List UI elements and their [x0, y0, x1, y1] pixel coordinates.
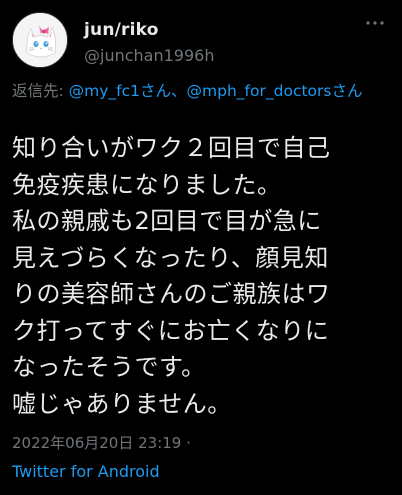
tweet-line: 免疫疾患になりました。: [12, 170, 282, 199]
mention-link-1[interactable]: @my_fc1さん: [69, 82, 171, 100]
tweet-line: ク打ってすぐにお亡くなりに: [12, 316, 330, 345]
cat-avatar-icon: [13, 13, 67, 67]
tweet-line: 私の親戚も2回目で目が急に: [12, 207, 322, 235]
author-display-name[interactable]: jun/riko: [84, 20, 159, 40]
tweet-timestamp[interactable]: 2022年06月20日 23:19 ·: [12, 432, 191, 453]
tweet-source-link[interactable]: Twitter for Android: [12, 462, 160, 481]
tweet-line: りの美容師さんのご親族はワ: [12, 280, 331, 308]
author-handle[interactable]: @junchan1996h: [84, 46, 214, 65]
avatar[interactable]: [12, 12, 68, 68]
mention-link-2[interactable]: @mph_for_doctorsさん: [187, 82, 363, 100]
tweet-text: 知り合いがワク２回目で自己 免疫疾患になりました。 私の親戚も2回目で目が急に …: [12, 130, 394, 422]
tweet-line: 知り合いがワク２回目で自己: [12, 134, 331, 162]
tweet-header: jun/riko @junchan1996h: [12, 12, 390, 68]
tweet-line: なったそうです。: [12, 353, 206, 381]
tweet-line: 見えづらくなったり、顔見知: [12, 243, 329, 272]
tweet-line: 嘘じゃありません。: [12, 389, 232, 418]
reply-to-separator: 、: [171, 82, 187, 100]
reply-to-prefix: 返信先:: [12, 82, 69, 100]
more-options-icon[interactable]: [364, 14, 386, 36]
reply-to-line: 返信先: @my_fc1さん、@mph_for_doctorsさん: [12, 80, 392, 102]
